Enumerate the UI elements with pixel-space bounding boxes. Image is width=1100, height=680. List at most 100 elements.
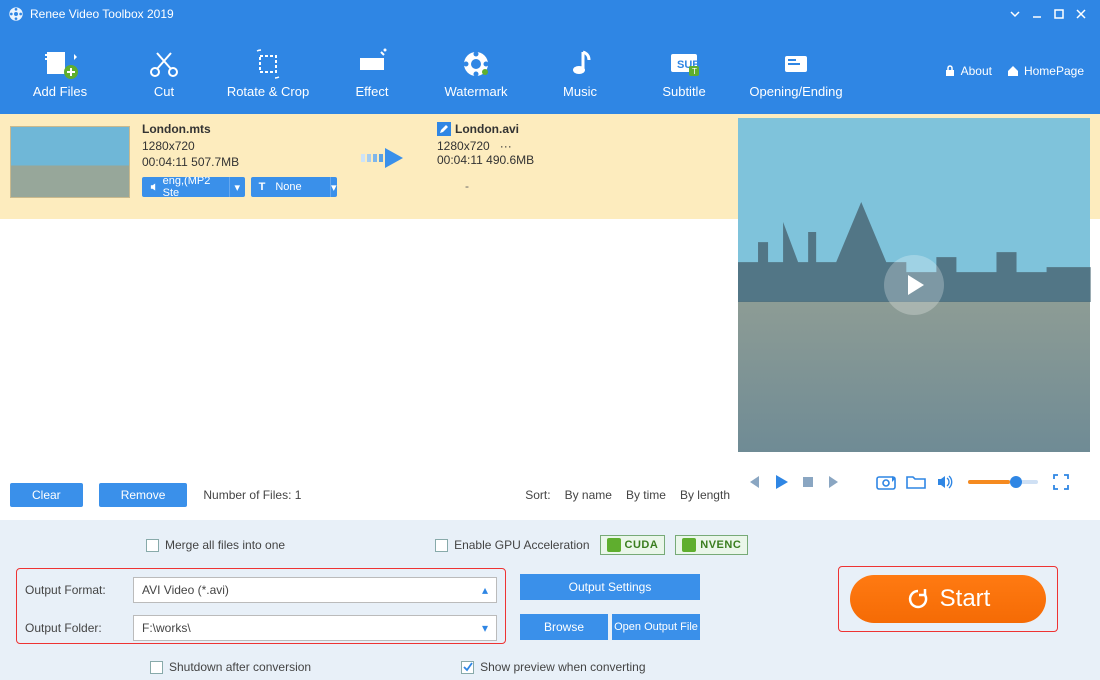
text-icon: T (259, 181, 266, 193)
source-filename: London.mts (142, 122, 337, 136)
prev-button[interactable] (744, 473, 762, 491)
sort-label: Sort: (525, 488, 550, 502)
fullscreen-button[interactable] (1052, 473, 1070, 491)
titlebar: Renee Video Toolbox 2019 (0, 0, 1100, 28)
sort-by-length[interactable]: By length (680, 488, 730, 502)
effect-button[interactable]: Effect (320, 28, 424, 114)
toolbar-label: Effect (355, 84, 388, 99)
merge-checkbox[interactable]: Merge all files into one (146, 538, 285, 552)
play-overlay-button[interactable] (884, 255, 944, 315)
nvenc-label: NVENC (700, 539, 741, 551)
output-format-label: Output Format: (25, 583, 125, 597)
close-button[interactable] (1070, 3, 1092, 25)
toolbar-label: Opening/Ending (749, 84, 842, 99)
file-count-label: Number of Files: 1 (203, 488, 301, 502)
audio-pill-label: eng,(MP2 Ste (163, 177, 221, 197)
shutdown-checkbox[interactable]: Shutdown after conversion (150, 660, 311, 674)
show-preview-label: Show preview when converting (480, 660, 645, 674)
chevron-down-icon: ▾ (330, 177, 337, 197)
open-folder-button[interactable] (906, 473, 926, 491)
output-placeholder: - (377, 179, 557, 193)
home-icon (1006, 64, 1020, 78)
minimize-button[interactable] (1026, 3, 1048, 25)
clear-button[interactable]: Clear (10, 483, 83, 507)
remove-button[interactable]: Remove (99, 483, 188, 507)
chevron-down-icon: ▾ (229, 177, 245, 197)
crop-icon (251, 44, 285, 84)
open-output-file-button[interactable]: Open Output File (612, 614, 700, 640)
shutdown-label: Shutdown after conversion (169, 660, 311, 674)
output-info: London.avi 1280x720 ··· 00:04:11 490.6MB… (437, 122, 637, 193)
list-footer: Clear Remove Number of Files: 1 Sort: By… (10, 480, 730, 510)
app-icon (8, 6, 24, 22)
show-preview-checkbox[interactable]: Show preview when converting (461, 660, 645, 674)
play-button[interactable] (772, 473, 790, 491)
lock-icon (943, 64, 957, 78)
output-settings-highlight: Output Format: AVI Video (*.avi) ▴ Outpu… (16, 568, 506, 644)
add-files-button[interactable]: Add Files (8, 28, 112, 114)
volume-slider[interactable] (968, 480, 1038, 484)
toolbar-label: Rotate & Crop (227, 84, 309, 99)
merge-label: Merge all files into one (165, 538, 285, 552)
svg-text:T: T (692, 67, 697, 76)
toolbar-label: Watermark (444, 84, 507, 99)
output-resolution: 1280x720 (437, 139, 490, 153)
source-thumbnail (10, 126, 130, 198)
toolbar-label: Add Files (33, 84, 87, 99)
bottom-panel: Merge all files into one Enable GPU Acce… (0, 520, 1100, 680)
output-format-value: AVI Video (*.avi) (142, 583, 229, 597)
output-folder-label: Output Folder: (25, 621, 125, 635)
maximize-button[interactable] (1048, 3, 1070, 25)
chevron-up-icon: ▴ (482, 583, 488, 597)
subtitle-icon: SUBT (667, 44, 701, 84)
add-files-icon (41, 44, 79, 84)
output-format-combo[interactable]: AVI Video (*.avi) ▴ (133, 577, 497, 603)
subtitle-button[interactable]: SUBT Subtitle (632, 28, 736, 114)
preview-panel (738, 118, 1090, 452)
about-link[interactable]: About (943, 64, 992, 78)
homepage-link[interactable]: HomePage (1006, 64, 1084, 78)
opening-ending-button[interactable]: Opening/Ending (736, 28, 856, 114)
source-info: London.mts 1280x720 00:04:11 507.7MB eng… (142, 122, 337, 197)
music-icon (563, 44, 597, 84)
snapshot-button[interactable] (876, 473, 896, 491)
chevron-down-icon: ▾ (482, 621, 488, 635)
subtitle-pill-label: None (269, 181, 321, 193)
output-settings-button[interactable]: Output Settings (520, 574, 700, 600)
about-label: About (961, 64, 992, 78)
output-actions: Output Settings Browse Open Output File (520, 574, 710, 654)
sort-by-time[interactable]: By time (626, 488, 666, 502)
opening-icon (779, 44, 813, 84)
volume-button[interactable] (936, 473, 954, 491)
source-duration-size: 00:04:11 507.7MB (142, 155, 337, 169)
edit-icon[interactable] (437, 122, 451, 136)
music-button[interactable]: Music (528, 28, 632, 114)
checkbox-icon (150, 661, 163, 674)
gpu-checkbox[interactable]: Enable GPU Acceleration (435, 538, 589, 552)
checkbox-icon (435, 539, 448, 552)
watermark-button[interactable]: Watermark (424, 28, 528, 114)
output-filename: London.avi (455, 122, 519, 136)
output-options-icon[interactable]: ··· (500, 139, 512, 153)
subtitle-track-selector[interactable]: TNone ▾ (251, 177, 337, 197)
refresh-icon (906, 587, 930, 611)
next-button[interactable] (826, 473, 844, 491)
start-highlight: Start (838, 566, 1058, 632)
rotate-crop-button[interactable]: Rotate & Crop (216, 28, 320, 114)
cut-button[interactable]: Cut (112, 28, 216, 114)
main-toolbar: Add Files Cut Rotate & Crop Effect Water… (0, 28, 1100, 114)
start-button[interactable]: Start (850, 575, 1046, 623)
preview-controls (738, 458, 1090, 506)
checkbox-icon (146, 539, 159, 552)
toolbar-label: Cut (154, 84, 174, 99)
homepage-label: HomePage (1024, 64, 1084, 78)
play-icon (900, 271, 928, 299)
browse-button[interactable]: Browse (520, 614, 608, 640)
sort-by-name[interactable]: By name (565, 488, 612, 502)
collapse-button[interactable] (1004, 3, 1026, 25)
output-folder-combo[interactable]: F:\works\ ▾ (133, 615, 497, 641)
app-title: Renee Video Toolbox 2019 (30, 7, 1004, 21)
stop-button[interactable] (800, 474, 816, 490)
audio-track-selector[interactable]: eng,(MP2 Ste ▾ (142, 177, 245, 197)
toolbar-label: Subtitle (662, 84, 705, 99)
